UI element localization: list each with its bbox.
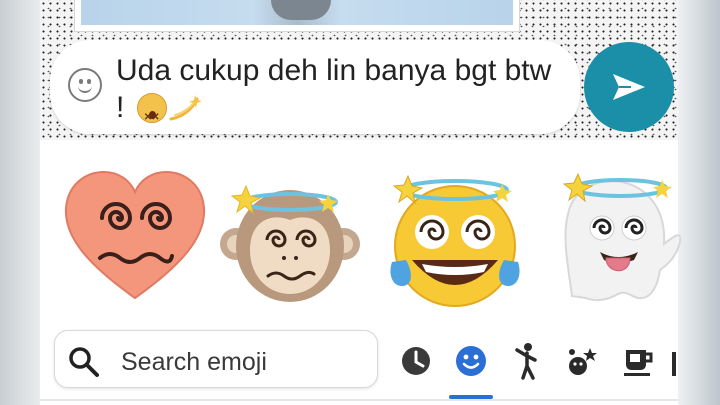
emoji-search-input[interactable]: Search emoji <box>54 330 378 388</box>
dizzy-laughing-crying-sticker[interactable] <box>380 170 530 310</box>
send-button[interactable] <box>584 42 674 132</box>
thumbnail-figure <box>271 0 331 20</box>
dizzy-monkey-sticker[interactable] <box>220 176 360 306</box>
dizzy-heart-sticker[interactable] <box>60 166 210 306</box>
message-input[interactable]: Uda cukup deh lin banya bgt btw ! ✕ ✕ <box>116 52 556 126</box>
dizzy-face-emoji: ✕ ✕ <box>136 93 167 123</box>
category-smileys[interactable] <box>451 338 491 382</box>
dizzy-ghost-sticker[interactable] <box>542 166 682 306</box>
clock-icon <box>402 347 430 375</box>
category-more-partial[interactable] <box>664 338 678 382</box>
coffee-icon <box>624 350 653 376</box>
blurred-right-edge <box>678 0 720 405</box>
smiley-icon <box>456 346 486 376</box>
blurred-left-edge <box>0 0 40 405</box>
person-icon <box>515 343 537 380</box>
search-placeholder: Search emoji <box>121 348 267 376</box>
send-icon <box>613 74 645 100</box>
image-message-thumbnail[interactable] <box>74 0 520 32</box>
emoji-keyboard-icon[interactable] <box>68 68 102 102</box>
animal-nature-icon <box>569 348 597 375</box>
category-food-drink[interactable] <box>618 338 658 382</box>
dizzy-symbol-emoji <box>169 95 202 121</box>
panel-bottom-divider <box>40 399 678 401</box>
message-composer[interactable]: Uda cukup deh lin banya bgt btw ! ✕ ✕ <box>50 40 580 134</box>
category-animals-nature[interactable] <box>562 338 602 382</box>
partial-category-icon <box>672 352 676 376</box>
category-recent[interactable] <box>396 338 436 382</box>
category-people[interactable] <box>506 338 546 382</box>
search-icon <box>69 347 99 377</box>
thumbnail-image <box>81 0 513 25</box>
